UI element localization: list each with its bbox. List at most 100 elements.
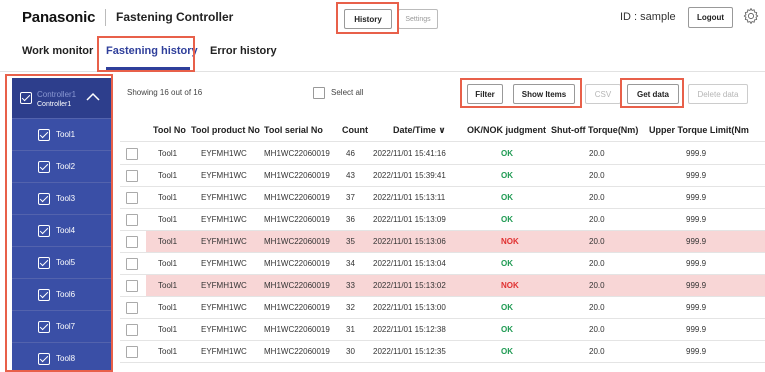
csv-button[interactable]: CSV	[585, 84, 621, 104]
cell-count: 31	[346, 325, 355, 334]
row-checkbox[interactable]	[126, 324, 138, 336]
table-row[interactable]: Tool1 EYFMH1WC MH1WC22060019 32 2022/11/01 1…	[146, 297, 765, 319]
cell-product-no: EYFMH1WC	[201, 281, 247, 290]
table-row[interactable]: Tool1 EYFMH1WC MH1WC22060019 33 2022/11/01 1…	[146, 275, 765, 297]
cell-judgment: NOK	[501, 237, 519, 246]
table-row[interactable]: Tool1 EYFMH1WC MH1WC22060019 31 2022/11/01 1…	[146, 319, 765, 341]
cell-product-no: EYFMH1WC	[201, 149, 247, 158]
history-highlight-frame	[336, 2, 399, 34]
col-header-datetime[interactable]: Date/Time ∨	[393, 125, 446, 136]
cell-count: 30	[346, 347, 355, 356]
cell-serial-no: MH1WC22060019	[264, 325, 330, 334]
row-checkbox[interactable]	[126, 192, 138, 204]
table-row[interactable]: Tool1 EYFMH1WC MH1WC22060019 46 2022/11/01 1…	[146, 143, 765, 165]
cell-serial-no: MH1WC22060019	[264, 149, 330, 158]
row-checkbox[interactable]	[126, 214, 138, 226]
cell-tool-no: Tool1	[158, 149, 178, 158]
logout-button[interactable]: Logout	[688, 7, 733, 28]
select-all-checkbox[interactable]	[313, 87, 325, 99]
cell-upper-torque: 999.9	[686, 259, 707, 268]
cell-tool-no: Tool1	[158, 325, 178, 334]
cell-serial-no: MH1WC22060019	[264, 259, 330, 268]
col-header-judgment[interactable]: OK/NOK judgment	[467, 125, 546, 135]
cell-datetime: 2022/11/01 15:13:00	[373, 303, 446, 312]
cell-datetime: 2022/11/01 15:13:11	[373, 193, 446, 202]
table-row[interactable]: Tool1 EYFMH1WC MH1WC22060019 34 2022/11/01 1…	[146, 253, 765, 275]
cell-serial-no: MH1WC22060019	[264, 215, 330, 224]
cell-tool-no: Tool1	[158, 237, 178, 246]
select-all-label[interactable]: Select all	[331, 88, 363, 97]
row-checkbox[interactable]	[126, 258, 138, 270]
cell-shutoff-torque: 20.0	[589, 215, 605, 224]
cell-count: 34	[346, 259, 355, 268]
get-data-highlight-frame	[620, 78, 684, 108]
col-header-serial-no[interactable]: Tool serial No	[264, 125, 323, 135]
fastening-history-highlight-frame	[97, 36, 195, 72]
cell-count: 33	[346, 281, 355, 290]
cell-judgment: OK	[501, 171, 513, 180]
row-divider	[120, 362, 765, 363]
cell-tool-no: Tool1	[158, 303, 178, 312]
table-row[interactable]: Tool1 EYFMH1WC MH1WC22060019 37 2022/11/01 1…	[146, 187, 765, 209]
cell-shutoff-torque: 20.0	[589, 259, 605, 268]
cell-datetime: 2022/11/01 15:13:09	[373, 215, 446, 224]
cell-judgment: OK	[501, 193, 513, 202]
col-header-count[interactable]: Count	[342, 125, 368, 135]
col-header-upper-torque[interactable]: Upper Torque Limit(Nm	[649, 125, 749, 135]
row-checkbox[interactable]	[126, 236, 138, 248]
cell-serial-no: MH1WC22060019	[264, 171, 330, 180]
cell-count: 46	[346, 149, 355, 158]
col-header-tool-no[interactable]: Tool No	[153, 125, 186, 135]
cell-upper-torque: 999.9	[686, 303, 707, 312]
record-count: Showing 16 out of 16	[127, 88, 203, 97]
table-row[interactable]: Tool1 EYFMH1WC MH1WC22060019 30 2022/11/01 1…	[146, 341, 765, 363]
row-checkbox[interactable]	[126, 170, 138, 182]
row-checkbox[interactable]	[126, 302, 138, 314]
cell-tool-no: Tool1	[158, 347, 178, 356]
brand-logo: Panasonic	[22, 9, 96, 26]
cell-serial-no: MH1WC22060019	[264, 281, 330, 290]
cell-count: 37	[346, 193, 355, 202]
tab-work-monitor[interactable]: Work monitor	[22, 45, 93, 57]
cell-tool-no: Tool1	[158, 171, 178, 180]
cell-datetime: 2022/11/01 15:41:16	[373, 149, 446, 158]
cell-shutoff-torque: 20.0	[589, 303, 605, 312]
cell-upper-torque: 999.9	[686, 237, 707, 246]
cell-datetime: 2022/11/01 15:12:38	[373, 325, 446, 334]
app-header: Panasonic Fastening Controller History S…	[0, 0, 765, 36]
cell-upper-torque: 999.9	[686, 215, 707, 224]
app-title: Fastening Controller	[116, 10, 234, 24]
cell-datetime: 2022/11/01 15:39:41	[373, 171, 446, 180]
table-row[interactable]: Tool1 EYFMH1WC MH1WC22060019 43 2022/11/01 1…	[146, 165, 765, 187]
cell-product-no: EYFMH1WC	[201, 259, 247, 268]
cell-product-no: EYFMH1WC	[201, 237, 247, 246]
cell-upper-torque: 999.9	[686, 171, 707, 180]
delete-data-button[interactable]: Delete data	[688, 84, 748, 104]
cell-count: 36	[346, 215, 355, 224]
row-checkbox[interactable]	[126, 280, 138, 292]
cell-shutoff-torque: 20.0	[589, 237, 605, 246]
cell-upper-torque: 999.9	[686, 325, 707, 334]
cell-upper-torque: 999.9	[686, 281, 707, 290]
cell-product-no: EYFMH1WC	[201, 303, 247, 312]
gear-icon[interactable]	[742, 7, 760, 25]
cell-shutoff-torque: 20.0	[589, 347, 605, 356]
cell-serial-no: MH1WC22060019	[264, 237, 330, 246]
table-row[interactable]: Tool1 EYFMH1WC MH1WC22060019 36 2022/11/01 1…	[146, 209, 765, 231]
cell-count: 43	[346, 171, 355, 180]
cell-judgment: OK	[501, 303, 513, 312]
cell-datetime: 2022/11/01 15:13:02	[373, 281, 446, 290]
cell-product-no: EYFMH1WC	[201, 171, 247, 180]
cell-shutoff-torque: 20.0	[589, 281, 605, 290]
cell-tool-no: Tool1	[158, 193, 178, 202]
cell-datetime: 2022/11/01 15:13:06	[373, 237, 446, 246]
row-checkbox[interactable]	[126, 346, 138, 358]
cell-judgment: OK	[501, 215, 513, 224]
tab-error-history[interactable]: Error history	[210, 45, 277, 57]
col-header-product-no[interactable]: Tool product No	[191, 125, 260, 135]
table-row[interactable]: Tool1 EYFMH1WC MH1WC22060019 35 2022/11/01 1…	[146, 231, 765, 253]
header-divider	[120, 141, 765, 142]
row-checkbox[interactable]	[126, 148, 138, 160]
settings-button[interactable]: Settings	[398, 9, 438, 29]
col-header-shutoff-torque[interactable]: Shut-off Torque(Nm)	[551, 125, 638, 135]
